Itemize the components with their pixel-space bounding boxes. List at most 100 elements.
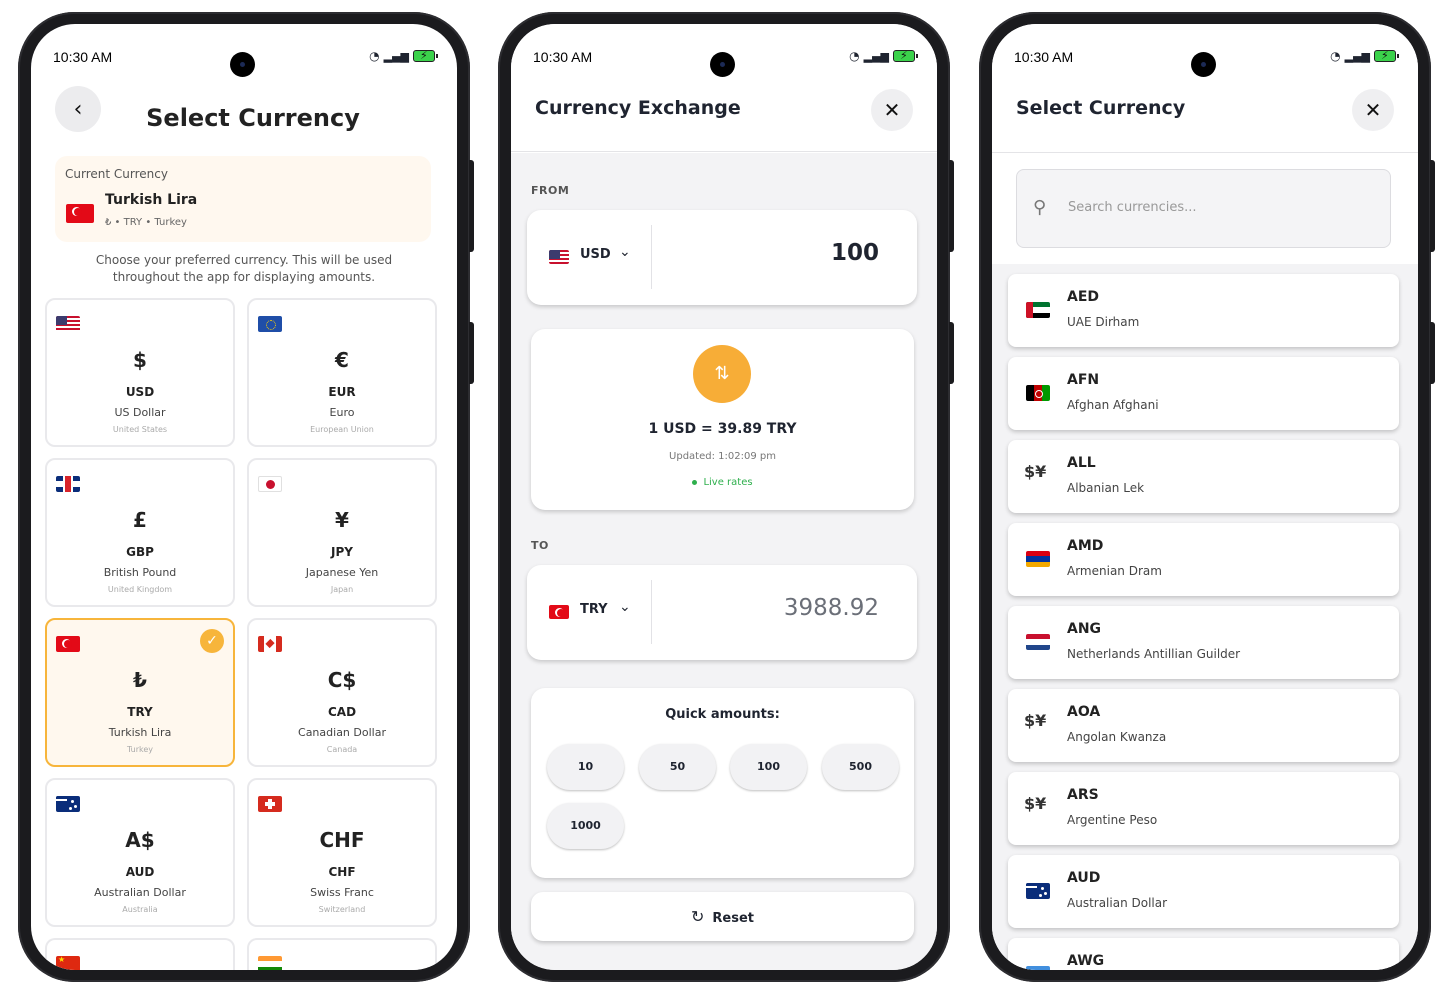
- currency-symbol: £: [133, 508, 147, 532]
- currency-tile-eur[interactable]: € EUR Euro European Union: [247, 298, 437, 447]
- to-amount-card: TRY ⌄ 3988.92: [527, 565, 917, 660]
- currency-name: Canadian Dollar: [298, 726, 386, 739]
- camera-cutout: [1191, 52, 1216, 77]
- currency-country: Switzerland: [318, 905, 366, 914]
- status-time: 10:30 AM: [533, 49, 593, 65]
- page-title: Select Currency: [1016, 97, 1186, 119]
- screen: Currency Exchange ✕ 10:30 AM ◔ ▂▄▆ ⚡ FRO…: [511, 24, 937, 970]
- reset-button[interactable]: ↻ Reset: [531, 892, 914, 941]
- list-item[interactable]: $¥ AOA Angolan Kwanza: [1008, 689, 1399, 762]
- close-icon: ✕: [1364, 98, 1382, 122]
- close-button[interactable]: ✕: [871, 89, 913, 131]
- turkey-flag-icon: [66, 204, 94, 223]
- current-currency-card: Current Currency Turkish Lira ₺ • TRY • …: [55, 156, 431, 242]
- current-currency-name: Turkish Lira: [105, 192, 198, 208]
- quick-amount-chip[interactable]: 500: [822, 744, 899, 790]
- aruba-flag-icon: [1026, 966, 1050, 970]
- currency-code: CHF: [328, 865, 356, 879]
- currency-code: ARS: [1067, 787, 1099, 803]
- screen: 10:30 AM ◔ ▂▄▆ ⚡ ‹ Select Currency Curre…: [31, 24, 457, 970]
- armenia-flag-icon: [1026, 551, 1050, 567]
- list-item[interactable]: $¥ ARS Argentine Peso: [1008, 772, 1399, 845]
- battery-icon: ⚡: [893, 49, 918, 62]
- currency-code: USD: [125, 385, 155, 399]
- currency-country: European Union: [310, 425, 374, 434]
- signal-icon: ▂▄▆: [863, 49, 889, 63]
- quick-amount-chip[interactable]: 50: [639, 744, 716, 790]
- quick-amount-chip[interactable]: 10: [547, 744, 624, 790]
- current-currency-label: Current Currency: [65, 167, 168, 181]
- currency-code: AMD: [1067, 538, 1104, 554]
- currency-code: JPY: [331, 545, 353, 559]
- currency-name: Albanian Lek: [1067, 481, 1145, 495]
- turkey-flag-icon: [56, 636, 80, 652]
- quick-amounts-card: Quick amounts: 10 50 100 500 1000: [531, 688, 914, 878]
- wifi-icon: ◔: [1330, 49, 1341, 63]
- checkmark-icon: ✓: [200, 629, 224, 653]
- status-icons: ◔ ▂▄▆ ⚡: [1330, 49, 1399, 63]
- currency-country: Turkey: [126, 745, 154, 754]
- list-item[interactable]: $¥ ALL Albanian Lek: [1008, 440, 1399, 513]
- reset-label: Reset: [712, 911, 754, 926]
- canada-flag-icon: [258, 636, 282, 652]
- from-amount-input[interactable]: 100: [831, 240, 879, 266]
- currency-tile-gbp[interactable]: £ GBP British Pound United Kingdom: [45, 458, 235, 607]
- currency-name: Australian Dollar: [1067, 896, 1168, 910]
- quick-amount-chip[interactable]: 100: [730, 744, 807, 790]
- australia-flag-icon: [1026, 883, 1050, 899]
- currency-tile-chf[interactable]: CHF CHF Swiss Franc Switzerland: [247, 778, 437, 927]
- turkey-flag-icon: [549, 605, 569, 619]
- currency-country: Canada: [326, 745, 358, 754]
- status-bar: 10:30 AM ◔ ▂▄▆ ⚡: [31, 24, 457, 77]
- description-text: Choose your preferred currency. This wil…: [95, 253, 393, 284]
- chevron-down-icon[interactable]: ⌄: [619, 599, 631, 615]
- side-button: [949, 160, 954, 252]
- status-bar: 10:30 AM ◔ ▂▄▆ ⚡: [992, 24, 1418, 77]
- list-item[interactable]: AFN Afghan Afghani: [1008, 357, 1399, 430]
- currency-symbol: ₺: [133, 668, 147, 692]
- chevron-down-icon[interactable]: ⌄: [619, 244, 631, 260]
- currency-name: Afghan Afghani: [1067, 398, 1159, 412]
- currency-name: Euro: [329, 406, 355, 419]
- currency-name: Turkish Lira: [108, 726, 172, 739]
- phone-currency-exchange: Currency Exchange ✕ 10:30 AM ◔ ▂▄▆ ⚡ FRO…: [498, 12, 954, 982]
- list-item[interactable]: AED UAE Dirham: [1008, 274, 1399, 347]
- list-item[interactable]: ANG Netherlands Antillian Guilder: [1008, 606, 1399, 679]
- currency-symbol: CHF: [319, 828, 365, 852]
- swap-arrows-icon: ⇅: [714, 363, 730, 384]
- live-rates-label: Live rates: [703, 477, 753, 488]
- currency-tile-jpy[interactable]: ¥ JPY Japanese Yen Japan: [247, 458, 437, 607]
- japan-flag-icon: [258, 476, 282, 492]
- search-input[interactable]: ⚲ Search currencies...: [1016, 169, 1391, 248]
- china-flag-icon: [56, 956, 80, 970]
- status-icons: ◔ ▂▄▆ ⚡: [369, 49, 438, 63]
- list-item[interactable]: AWG: [1008, 938, 1399, 970]
- currency-name: Angolan Kwanza: [1067, 730, 1167, 744]
- currency-symbol: A$: [125, 828, 155, 852]
- currency-tile-partial[interactable]: [45, 938, 235, 970]
- divider: [651, 580, 652, 644]
- to-currency-selector[interactable]: TRY: [580, 602, 608, 617]
- quick-amount-chip[interactable]: 1000: [547, 803, 624, 849]
- currency-name: Swiss Franc: [310, 886, 374, 899]
- swap-button[interactable]: ⇅: [693, 345, 751, 403]
- list-item[interactable]: AUD Australian Dollar: [1008, 855, 1399, 928]
- currency-tile-cad[interactable]: C$ CAD Canadian Dollar Canada: [247, 618, 437, 767]
- list-item[interactable]: AMD Armenian Dram: [1008, 523, 1399, 596]
- close-button[interactable]: ✕: [1352, 89, 1394, 131]
- uae-flag-icon: [1026, 302, 1050, 318]
- currency-name: UAE Dirham: [1067, 315, 1140, 329]
- currency-exchange-icon: $¥: [1024, 462, 1047, 481]
- currency-tile-aud[interactable]: A$ AUD Australian Dollar Australia: [45, 778, 235, 927]
- currency-tile-partial[interactable]: [247, 938, 437, 970]
- india-flag-icon: [258, 956, 282, 970]
- currency-tile-try[interactable]: ✓ ₺ TRY Turkish Lira Turkey: [45, 618, 235, 767]
- divider: [992, 152, 1418, 153]
- live-dot-icon: [692, 479, 698, 485]
- currency-code: ALL: [1067, 455, 1096, 471]
- currency-tile-usd[interactable]: $ USD US Dollar United States: [45, 298, 235, 447]
- currency-exchange-icon: $¥: [1024, 711, 1047, 730]
- live-rates-indicator: Live rates: [531, 477, 914, 488]
- from-currency-selector[interactable]: USD: [580, 247, 611, 262]
- currency-name: US Dollar: [114, 406, 166, 419]
